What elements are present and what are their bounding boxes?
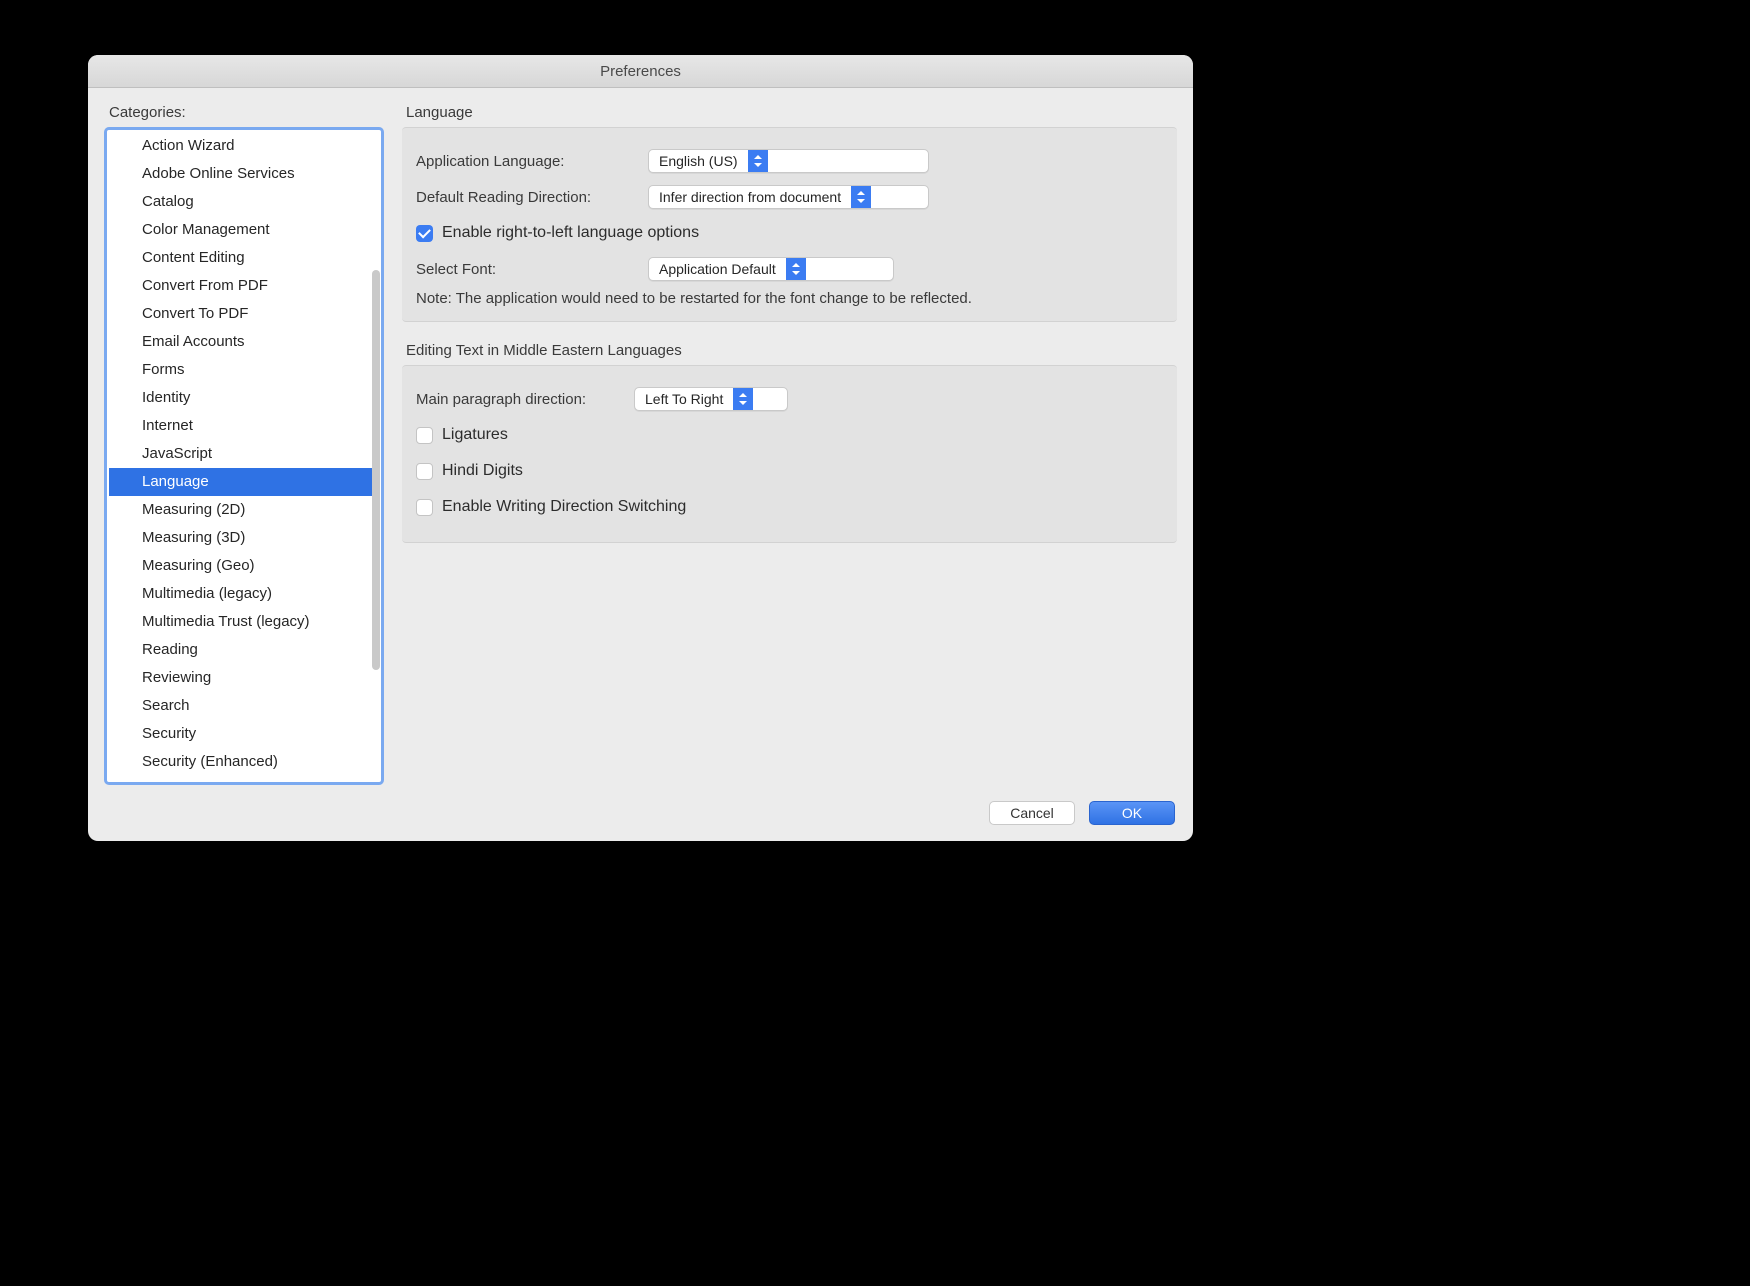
category-item[interactable]: Reviewing (109, 664, 379, 692)
select-app-language-value: English (US) (649, 153, 748, 169)
select-main-paragraph-direction-value: Left To Right (635, 391, 733, 407)
sidebar: Categories: Action WizardAdobe Online Se… (104, 104, 384, 785)
label-reading-direction: Default Reading Direction: (416, 189, 648, 206)
select-main-paragraph-direction[interactable]: Left To Right (634, 387, 788, 411)
category-item[interactable]: Identity (109, 384, 379, 412)
category-item[interactable]: Convert To PDF (109, 300, 379, 328)
category-item[interactable]: Content Editing (109, 244, 379, 272)
window-title: Preferences (600, 63, 681, 80)
chevrons-icon (786, 258, 806, 280)
checkbox-writing-direction-switching[interactable] (416, 499, 433, 516)
preferences-dialog: Preferences Categories: Action WizardAdo… (88, 55, 1193, 841)
category-item[interactable]: Multimedia Trust (legacy) (109, 608, 379, 636)
category-item[interactable]: Measuring (2D) (109, 496, 379, 524)
categories-list-wrap: Action WizardAdobe Online ServicesCatalo… (104, 127, 384, 785)
cancel-button-label: Cancel (1010, 805, 1054, 821)
note-font-restart: Note: The application would need to be r… (416, 290, 1163, 307)
checkbox-hindi-digits[interactable] (416, 463, 433, 480)
category-item[interactable]: Color Management (109, 216, 379, 244)
category-item[interactable]: Internet (109, 412, 379, 440)
select-reading-direction[interactable]: Infer direction from document (648, 185, 929, 209)
select-app-language[interactable]: English (US) (648, 149, 929, 173)
checkbox-ligatures[interactable] (416, 427, 433, 444)
panel-me-editing: Main paragraph direction: Left To Right … (402, 365, 1177, 543)
scrollbar[interactable] (372, 270, 380, 670)
dialog-content: Categories: Action WizardAdobe Online Se… (88, 88, 1193, 801)
sidebar-label: Categories: (109, 104, 384, 121)
label-app-language: Application Language: (416, 153, 648, 170)
ok-button[interactable]: OK (1089, 801, 1175, 825)
select-reading-direction-value: Infer direction from document (649, 189, 851, 205)
section-title-me-editing: Editing Text in Middle Eastern Languages (406, 342, 1177, 359)
category-item[interactable]: Security (Enhanced) (109, 748, 379, 776)
category-item[interactable]: Convert From PDF (109, 272, 379, 300)
select-font-value: Application Default (649, 261, 786, 277)
category-item[interactable]: Adobe Online Services (109, 160, 379, 188)
category-item[interactable]: Action Wizard (109, 132, 379, 160)
ok-button-label: OK (1122, 805, 1142, 821)
panel-language: Application Language: English (US) Defau… (402, 127, 1177, 322)
titlebar: Preferences (88, 55, 1193, 88)
settings-pane: Language Application Language: English (… (402, 104, 1177, 785)
checkbox-rtl-options[interactable] (416, 225, 433, 242)
label-select-font: Select Font: (416, 261, 648, 278)
category-item[interactable]: Forms (109, 356, 379, 384)
category-item[interactable]: Reading (109, 636, 379, 664)
category-item[interactable]: Search (109, 692, 379, 720)
label-main-paragraph-direction: Main paragraph direction: (416, 391, 634, 408)
category-item[interactable]: Multimedia (legacy) (109, 580, 379, 608)
category-item[interactable]: Measuring (Geo) (109, 552, 379, 580)
select-font[interactable]: Application Default (648, 257, 894, 281)
category-item[interactable]: Email Accounts (109, 328, 379, 356)
category-item[interactable]: JavaScript (109, 440, 379, 468)
section-title-language: Language (406, 104, 1177, 121)
cancel-button[interactable]: Cancel (989, 801, 1075, 825)
label-ligatures: Ligatures (442, 426, 508, 444)
label-hindi-digits: Hindi Digits (442, 462, 523, 480)
category-item[interactable]: Language (109, 468, 379, 496)
label-writing-direction-switching: Enable Writing Direction Switching (442, 498, 686, 516)
category-item[interactable]: Measuring (3D) (109, 524, 379, 552)
category-item[interactable]: Security (109, 720, 379, 748)
category-item[interactable]: Catalog (109, 188, 379, 216)
chevrons-icon (851, 186, 871, 208)
chevrons-icon (733, 388, 753, 410)
dialog-footer: Cancel OK (88, 801, 1193, 841)
label-rtl-options: Enable right-to-left language options (442, 224, 699, 242)
chevrons-icon (748, 150, 768, 172)
scrollbar-thumb[interactable] (372, 270, 380, 670)
categories-list[interactable]: Action WizardAdobe Online ServicesCatalo… (109, 132, 379, 780)
